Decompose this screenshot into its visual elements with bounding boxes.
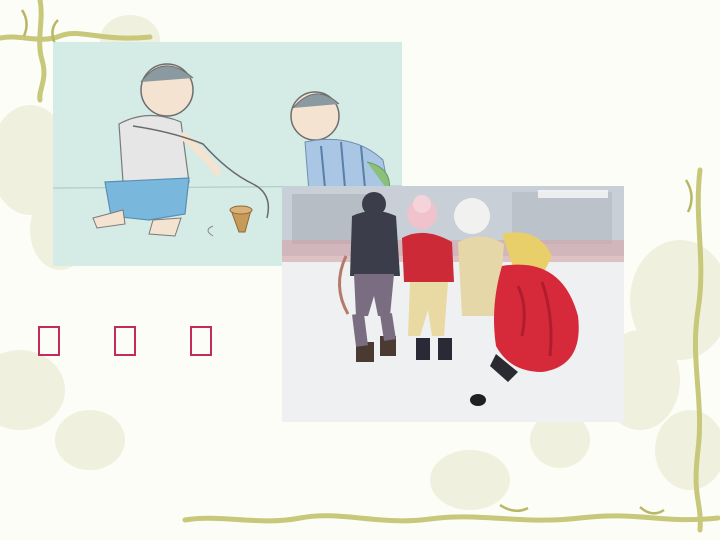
missing-glyph-box-1 [38,326,60,356]
ice-game-photo [282,186,624,422]
children-pushing-puck-on-ice-icon [282,186,624,422]
caption-glyph-row [38,326,212,356]
missing-glyph-box-3 [190,326,212,356]
missing-glyph-box-2 [114,326,136,356]
